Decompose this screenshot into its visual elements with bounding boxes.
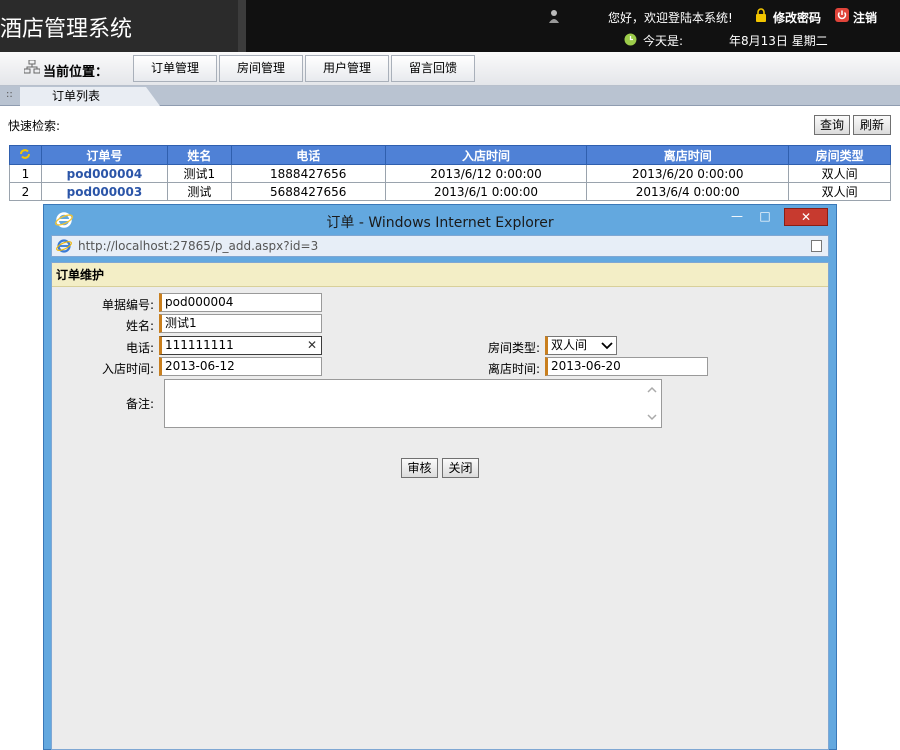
checkin-field[interactable]: 2013-06-12 — [159, 357, 322, 376]
row-index: 1 — [9, 164, 42, 183]
logout-link[interactable]: 注销 — [853, 9, 877, 26]
chevron-down-icon — [601, 342, 613, 350]
nav-bar: 当前位置： 订单管理 房间管理 用户管理 留言回馈 — [0, 52, 900, 86]
url-text: http://localhost:27865/p_add.aspx?id=3 — [78, 239, 319, 253]
lock-icon — [756, 8, 766, 22]
checkout-field[interactable]: 2013-06-20 — [545, 357, 708, 376]
col-header-phone[interactable]: 电话 — [230, 145, 386, 165]
table-header-row: 订单号 姓名 电话 入店时间 离店时间 房间类型 — [9, 145, 891, 165]
cell-checkout: 2013/6/20 0:00:00 — [586, 164, 790, 183]
clear-icon[interactable]: ✕ — [307, 337, 317, 354]
query-button[interactable]: 查询 — [814, 115, 850, 135]
name-label: 姓名: — [125, 319, 154, 333]
refresh-button[interactable]: 刷新 — [853, 115, 891, 135]
phone-value: 111111111 — [165, 338, 234, 352]
tab-orders[interactable]: 订单管理 — [133, 55, 217, 82]
cell-checkin: 2013/6/1 0:00:00 — [384, 182, 588, 201]
cell-room-type: 双人间 — [788, 182, 891, 201]
remarks-textarea[interactable] — [164, 379, 662, 428]
phone-field[interactable]: 111111111 ✕ — [159, 336, 322, 355]
col-header-checkin[interactable]: 入店时间 — [384, 145, 588, 165]
current-date: 年8月13日 星期二 — [729, 34, 828, 48]
room-type-label: 房间类型: — [487, 341, 540, 355]
remarks-label: 备注: — [125, 397, 154, 411]
col-header-room-type[interactable]: 房间类型 — [788, 145, 891, 165]
doc-no-label: 单据编号: — [101, 298, 154, 312]
cell-name: 测试 — [166, 182, 232, 201]
scroll-up-icon[interactable] — [646, 384, 658, 396]
address-bar[interactable]: http://localhost:27865/p_add.aspx?id=3 — [51, 235, 829, 257]
col-header-name[interactable]: 姓名 — [166, 145, 232, 165]
clock-icon — [624, 33, 637, 46]
table-row[interactable]: 2 pod000003 测试 5688427656 2013/6/1 0:00:… — [9, 182, 891, 201]
top-header: 酒店管理系统 您好，欢迎登陆本系统! 修改密码 注销 今天是: 年8月13日 星… — [0, 0, 900, 52]
refresh-col-icon[interactable] — [9, 145, 42, 165]
room-type-select[interactable]: 双人间 — [545, 336, 617, 355]
checkin-label: 入店时间: — [101, 362, 154, 376]
cell-phone: 5688427656 — [230, 182, 386, 201]
title-block: 酒店管理系统 — [0, 0, 238, 52]
app-title: 酒店管理系统 — [0, 17, 133, 42]
phone-label: 电话: — [125, 341, 154, 355]
search-label: 快速检索: — [8, 119, 61, 133]
page-status-icon — [811, 240, 822, 252]
location-label: 当前位置： — [43, 65, 109, 80]
audit-button[interactable]: 审核 — [401, 458, 438, 478]
header-divider — [238, 0, 246, 52]
room-type-value: 双人间 — [551, 338, 588, 352]
tab-order-list[interactable]: 订单列表 — [20, 87, 160, 106]
maximize-button[interactable]: □ — [752, 208, 778, 226]
cell-phone: 1888427656 — [230, 164, 386, 183]
order-dialog-window: 订单 - Windows Internet Explorer — □ ✕ htt… — [43, 204, 837, 750]
dialog-content: 订单维护 单据编号: pod000004 姓名: 测试1 电话: 1111111… — [51, 262, 829, 750]
list-tab-strip: :: 订单列表 — [0, 86, 900, 106]
cell-name: 测试1 — [166, 164, 232, 183]
close-button[interactable]: 关闭 — [442, 458, 479, 478]
orders-table: 订单号 姓名 电话 入店时间 离店时间 房间类型 1 pod000004 测试1… — [9, 145, 891, 201]
scroll-down-icon[interactable] — [646, 411, 658, 423]
cell-checkin: 2013/6/12 0:00:00 — [384, 164, 588, 183]
col-header-checkout[interactable]: 离店时间 — [586, 145, 790, 165]
welcome-text: 您好，欢迎登陆本系统! — [608, 11, 733, 25]
user-icon — [549, 10, 559, 23]
change-password-link[interactable]: 修改密码 — [773, 9, 821, 26]
col-header-order-no[interactable]: 订单号 — [40, 145, 168, 165]
tab-feedback[interactable]: 留言回馈 — [391, 55, 475, 82]
dialog-title: 订单 - Windows Internet Explorer — [326, 215, 554, 231]
power-icon — [835, 8, 849, 22]
order-no-link[interactable]: pod000004 — [40, 164, 168, 183]
refresh-icon — [20, 148, 31, 159]
sitemap-icon — [24, 60, 40, 74]
order-no-link[interactable]: pod000003 — [40, 182, 168, 201]
panel-title: 订单维护 — [52, 263, 828, 287]
tab-rooms[interactable]: 房间管理 — [219, 55, 303, 82]
today-label: 今天是: — [643, 34, 684, 48]
checkout-label: 离店时间: — [487, 362, 540, 376]
cell-room-type: 双人间 — [788, 164, 891, 183]
name-field[interactable]: 测试1 — [159, 314, 322, 333]
grip-icon: :: — [6, 89, 13, 100]
doc-no-field[interactable]: pod000004 — [159, 293, 322, 312]
minimize-button[interactable]: — — [724, 208, 750, 226]
table-row[interactable]: 1 pod000004 测试1 1888427656 2013/6/12 0:0… — [9, 164, 891, 183]
tab-users[interactable]: 用户管理 — [305, 55, 389, 82]
row-index: 2 — [9, 182, 42, 201]
ie-page-icon — [56, 239, 72, 253]
cell-checkout: 2013/6/4 0:00:00 — [586, 182, 790, 201]
window-close-button[interactable]: ✕ — [784, 208, 828, 226]
